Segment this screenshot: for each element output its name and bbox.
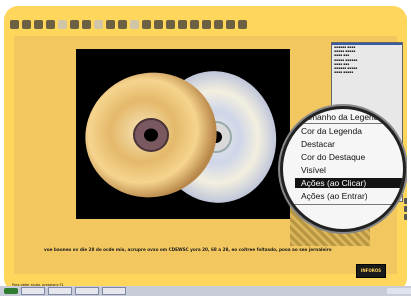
save-icon[interactable] <box>34 19 43 29</box>
property-caption-size[interactable]: Tamanho da Legenda <box>301 112 383 122</box>
layer-icon[interactable] <box>226 19 235 29</box>
taskbar <box>0 286 411 296</box>
property-row[interactable]: ▪▪▪▪ ▪▪▪▪▪ <box>332 70 402 74</box>
taskbar-button[interactable] <box>75 287 99 295</box>
property-on-enter-actions[interactable]: Ações (ao Entrar) <box>301 191 368 201</box>
property-highlight-color[interactable]: Cor do Destaque <box>301 152 365 162</box>
list-divider <box>293 204 403 205</box>
print-icon[interactable] <box>46 19 55 29</box>
grid-icon[interactable] <box>130 19 139 29</box>
new-icon[interactable] <box>10 19 19 29</box>
property-on-click-actions[interactable]: Ações (ao Clicar) <box>301 178 366 188</box>
system-clock <box>387 288 411 294</box>
shape-icon[interactable] <box>202 19 211 29</box>
main-toolbar <box>10 14 395 34</box>
taskbar-button[interactable] <box>21 287 45 295</box>
side-tools <box>399 196 407 236</box>
magnified-properties-list: Tamanho da Legenda Cor da Legenda Destac… <box>280 106 406 232</box>
play-icon[interactable] <box>142 19 151 29</box>
stage-canvas[interactable] <box>76 49 290 219</box>
property-visible[interactable]: Visível <box>301 165 326 175</box>
screenshot-frame: ▪▪▪▪▪▪ ▪▪▪▪ ▪▪▪▪▪ ▪▪▪▪▪ ▪▪▪▪ ▪▪▪ ▪▪▪▪▪ ▪… <box>4 6 407 292</box>
zoom-icon[interactable] <box>118 19 127 29</box>
pin-icon[interactable] <box>404 198 407 204</box>
taskbar-button[interactable] <box>102 287 126 295</box>
property-caption-color[interactable]: Cor da Legenda <box>301 126 362 136</box>
eraser-icon[interactable] <box>404 214 407 220</box>
copy-icon[interactable] <box>70 19 79 29</box>
image-icon[interactable] <box>190 19 199 29</box>
cut-icon[interactable] <box>58 19 67 29</box>
paste-icon[interactable] <box>82 19 91 29</box>
link-icon[interactable] <box>214 19 223 29</box>
list-divider <box>293 123 403 124</box>
help-icon[interactable] <box>238 19 247 29</box>
start-button[interactable] <box>4 288 18 294</box>
open-icon[interactable] <box>22 19 31 29</box>
pointer-icon[interactable] <box>166 19 175 29</box>
brush-icon[interactable] <box>404 206 407 212</box>
stop-icon[interactable] <box>154 19 163 29</box>
taskbar-button[interactable] <box>48 287 72 295</box>
undo-icon[interactable] <box>94 19 103 29</box>
redo-icon[interactable] <box>106 19 115 29</box>
logo-badge: INFOROS <box>356 264 386 278</box>
text-icon[interactable] <box>178 19 187 29</box>
property-highlight[interactable]: Destacar <box>301 139 335 149</box>
cd-discs-image <box>85 71 277 203</box>
bottom-caption: voe baoneo ov die 28 do ocde mio, acrupr… <box>44 247 332 252</box>
editor-workspace: ▪▪▪▪▪▪ ▪▪▪▪ ▪▪▪▪▪ ▪▪▪▪▪ ▪▪▪▪ ▪▪▪ ▪▪▪▪▪ ▪… <box>14 36 407 274</box>
